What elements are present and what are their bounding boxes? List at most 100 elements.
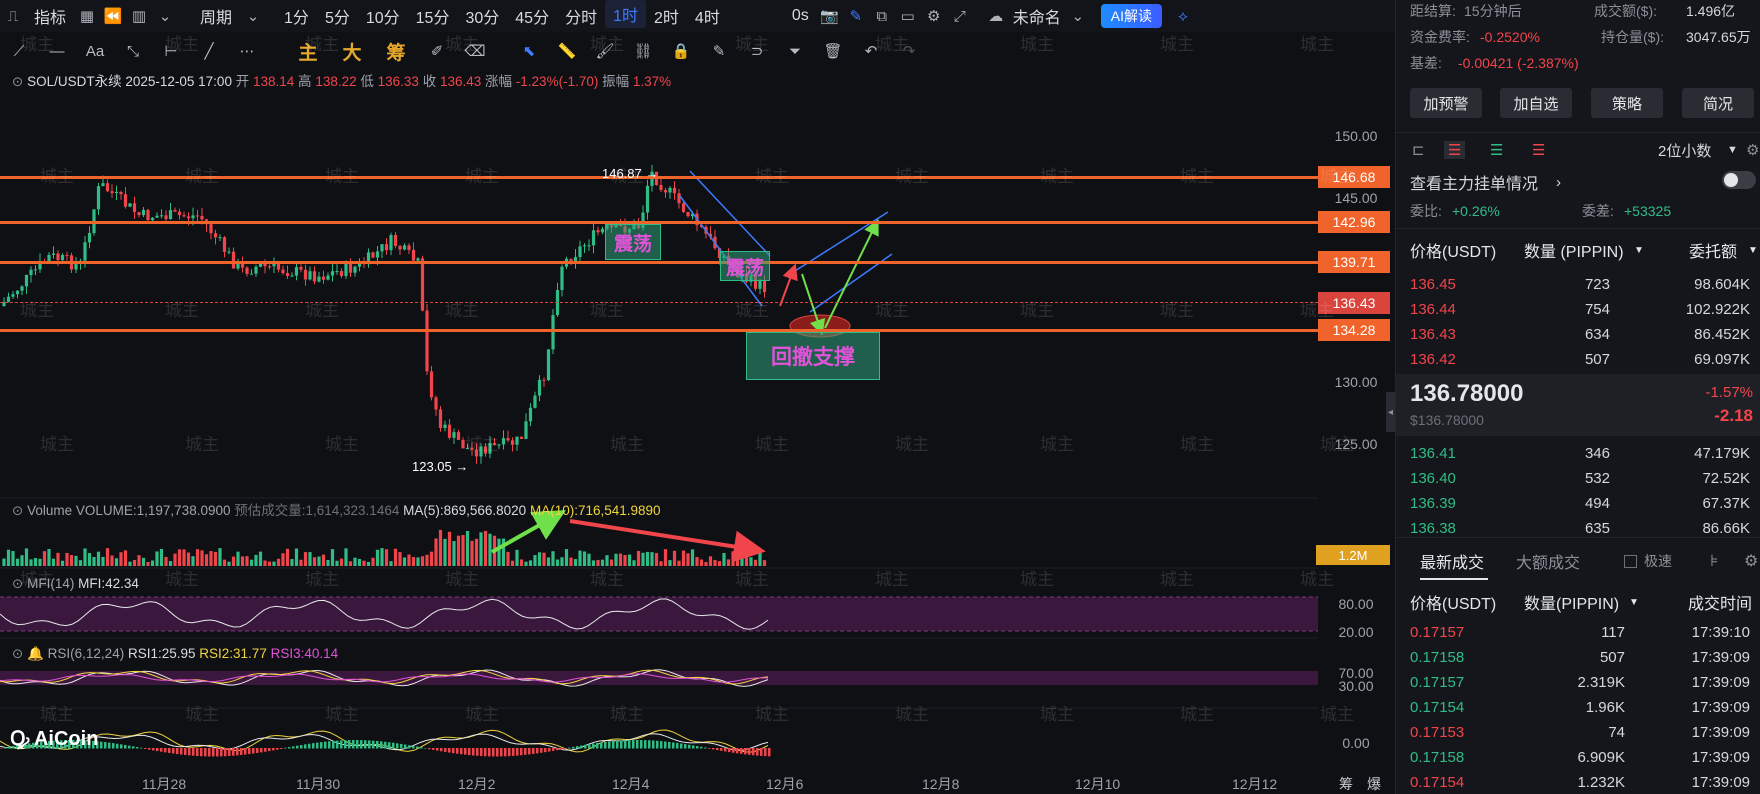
range-box-1[interactable]: 震荡 <box>605 224 661 260</box>
edit-icon[interactable]: ✎ <box>700 42 738 60</box>
tab-timeframe[interactable]: 4时 <box>687 0 728 32</box>
redo-icon[interactable]: ↷ <box>890 42 928 60</box>
undo-icon[interactable]: ↶ <box>852 42 890 60</box>
ask-row[interactable]: 136.45 723 98.604K <box>1410 272 1750 296</box>
filter-icon[interactable]: ⊧ <box>1710 551 1718 571</box>
chevron-down-icon[interactable]: ⌄ <box>240 0 266 32</box>
level-label[interactable]: 139.71 <box>1318 251 1390 273</box>
depth-row[interactable]: 查看主力挂单情况 › <box>1396 170 1760 194</box>
chart-area[interactable]: ⊙ SOL/USDT永续 2025-12-05 17:00 开 138.14 高… <box>0 66 1395 766</box>
level-line[interactable] <box>0 329 1318 332</box>
ray-icon[interactable]: ⊢ <box>152 42 190 60</box>
tab-timeframe[interactable]: 45分 <box>507 0 557 32</box>
tab-timeframe[interactable]: 30分 <box>457 0 507 32</box>
period-button[interactable]: 周期 <box>192 0 240 32</box>
delete-icon[interactable]: 🗑 <box>814 42 852 60</box>
support-box[interactable]: 回撤支撑 <box>746 332 880 380</box>
ask-row[interactable]: 136.43 634 86.452K <box>1410 322 1750 346</box>
cursor-icon[interactable]: ⬉ <box>510 42 548 60</box>
add-alert-button[interactable]: 加预警 <box>1410 88 1482 118</box>
level-line[interactable] <box>0 261 1318 264</box>
main-force-button[interactable]: 主 <box>286 38 330 65</box>
link-icon[interactable]: ⛓ <box>624 42 662 60</box>
level-label[interactable]: 134.28 <box>1318 319 1390 341</box>
mode-both-icon[interactable]: ⊏ <box>1412 141 1425 159</box>
chevron-down-icon[interactable]: ▼ <box>1727 144 1738 156</box>
indicator-button[interactable]: 指标 <box>26 0 74 32</box>
collapse-icon[interactable]: ⊙ <box>12 74 23 89</box>
bid-row[interactable]: 136.39 494 67.37K <box>1410 491 1750 515</box>
chips-toggle[interactable]: 筹 <box>1339 774 1353 794</box>
eraser-icon[interactable]: ⌫ <box>456 42 494 60</box>
tab-timeframe[interactable]: 5分 <box>317 0 358 32</box>
draw-icon[interactable]: ✐ <box>418 42 456 60</box>
settings-icon[interactable]: ⚙ <box>921 0 947 32</box>
tab-timeframe[interactable]: 15分 <box>408 0 458 32</box>
candle-type-icon[interactable]: ▥ <box>126 0 152 32</box>
fullscreen-icon[interactable]: ⤢ <box>947 0 973 32</box>
settings-icon[interactable]: ⚙ <box>1744 551 1758 571</box>
depth-toggle[interactable] <box>1722 171 1756 189</box>
pen-icon[interactable]: ✎ <box>843 0 869 32</box>
segment-icon[interactable]: ╱ <box>190 42 228 60</box>
bid-row[interactable]: 136.41 346 47.179K <box>1410 441 1750 465</box>
settings-icon[interactable]: ⚙ <box>1746 141 1759 159</box>
chevron-right-icon[interactable]: › <box>1556 174 1561 191</box>
chevron-down-icon[interactable]: ▼ <box>1634 245 1644 256</box>
mode-bids-icon[interactable]: ☰ <box>1490 141 1503 159</box>
ai-analysis-button[interactable]: AI解读 <box>1100 4 1162 28</box>
trend-line-icon[interactable]: ⟋ <box>0 43 38 60</box>
ask-row[interactable]: 136.44 754 102.922K <box>1410 297 1750 321</box>
collapse-icon[interactable]: ⊙ <box>12 503 23 518</box>
mode-asks-icon[interactable]: ☰ <box>1444 141 1466 159</box>
collapse-icon[interactable]: ⊙ <box>12 576 23 591</box>
chips-button[interactable]: 筹 <box>374 38 418 65</box>
level-label[interactable]: 142.96 <box>1318 211 1390 233</box>
tab-large-trades[interactable]: 大额成交 <box>1516 549 1580 573</box>
horizontal-line-icon[interactable]: — <box>38 43 76 60</box>
lock-icon[interactable]: 🔒 <box>662 42 700 60</box>
camera-icon[interactable]: 📷 <box>817 0 843 32</box>
tab-timeframe[interactable]: 1分 <box>276 0 317 32</box>
window-icon[interactable]: ⧉ <box>869 0 895 32</box>
chevron-down-icon[interactable]: ▼ <box>1748 245 1758 256</box>
tab-timeframe[interactable]: 1时 <box>605 0 647 28</box>
layout-name[interactable]: 未命名 <box>1009 0 1065 32</box>
tab-latest-trades[interactable]: 最新成交 <box>1420 549 1484 573</box>
decimals-select[interactable]: 2位小数 <box>1658 140 1711 161</box>
chevron-down-icon[interactable]: ⌄ <box>1065 0 1091 32</box>
fast-checkbox[interactable] <box>1624 554 1637 568</box>
brush-icon[interactable]: 🖌 <box>586 42 624 60</box>
panel-collapse-handle[interactable]: ◂ <box>1386 392 1395 432</box>
level-label[interactable]: 146.68 <box>1318 166 1390 188</box>
mode-depth-icon[interactable]: ☰ <box>1532 141 1545 159</box>
ruler-icon[interactable]: 📏 <box>548 42 586 60</box>
range-box-2[interactable]: 震荡 <box>720 251 770 281</box>
layout-icon[interactable]: ▭ <box>895 0 921 32</box>
chevron-down-icon[interactable]: ▼ <box>1629 597 1639 608</box>
collapse-icon[interactable]: ⊙ <box>12 646 23 661</box>
rewind-icon[interactable]: ⏪ <box>100 0 126 32</box>
ask-row[interactable]: 136.42 507 69.097K <box>1410 347 1750 371</box>
overview-button[interactable]: 简况 <box>1682 88 1754 118</box>
strategy-button[interactable]: 策略 <box>1591 88 1663 118</box>
level-line[interactable] <box>0 176 1318 179</box>
add-watchlist-button[interactable]: 加自选 <box>1500 88 1572 118</box>
bid-row[interactable]: 136.40 532 72.52K <box>1410 466 1750 490</box>
text-tool[interactable]: Aa <box>76 43 114 60</box>
fib-icon[interactable]: ⤡ <box>114 43 152 60</box>
share-icon[interactable]: ⟡ <box>1170 0 1196 32</box>
cloud-icon[interactable]: ☁ <box>983 0 1009 32</box>
chevron-down-icon[interactable]: ⌄ <box>152 0 178 32</box>
magnet-icon[interactable]: ⊃ <box>738 42 776 60</box>
tab-timeframe[interactable]: 分时 <box>557 0 605 32</box>
liquidation-toggle[interactable]: 爆 <box>1367 774 1381 794</box>
more-icon[interactable]: ⋯ <box>228 42 266 60</box>
filter-icon[interactable]: ⏷ <box>776 43 814 60</box>
tab-timeframe[interactable]: 10分 <box>358 0 408 32</box>
big-order-button[interactable]: 大 <box>330 38 374 65</box>
indicator-icon[interactable]: ⎍ <box>0 0 26 32</box>
bell-icon[interactable]: 🔔 <box>27 646 44 661</box>
grid-icon[interactable]: ▦ <box>74 0 100 32</box>
tab-timeframe[interactable]: 2时 <box>646 0 687 32</box>
